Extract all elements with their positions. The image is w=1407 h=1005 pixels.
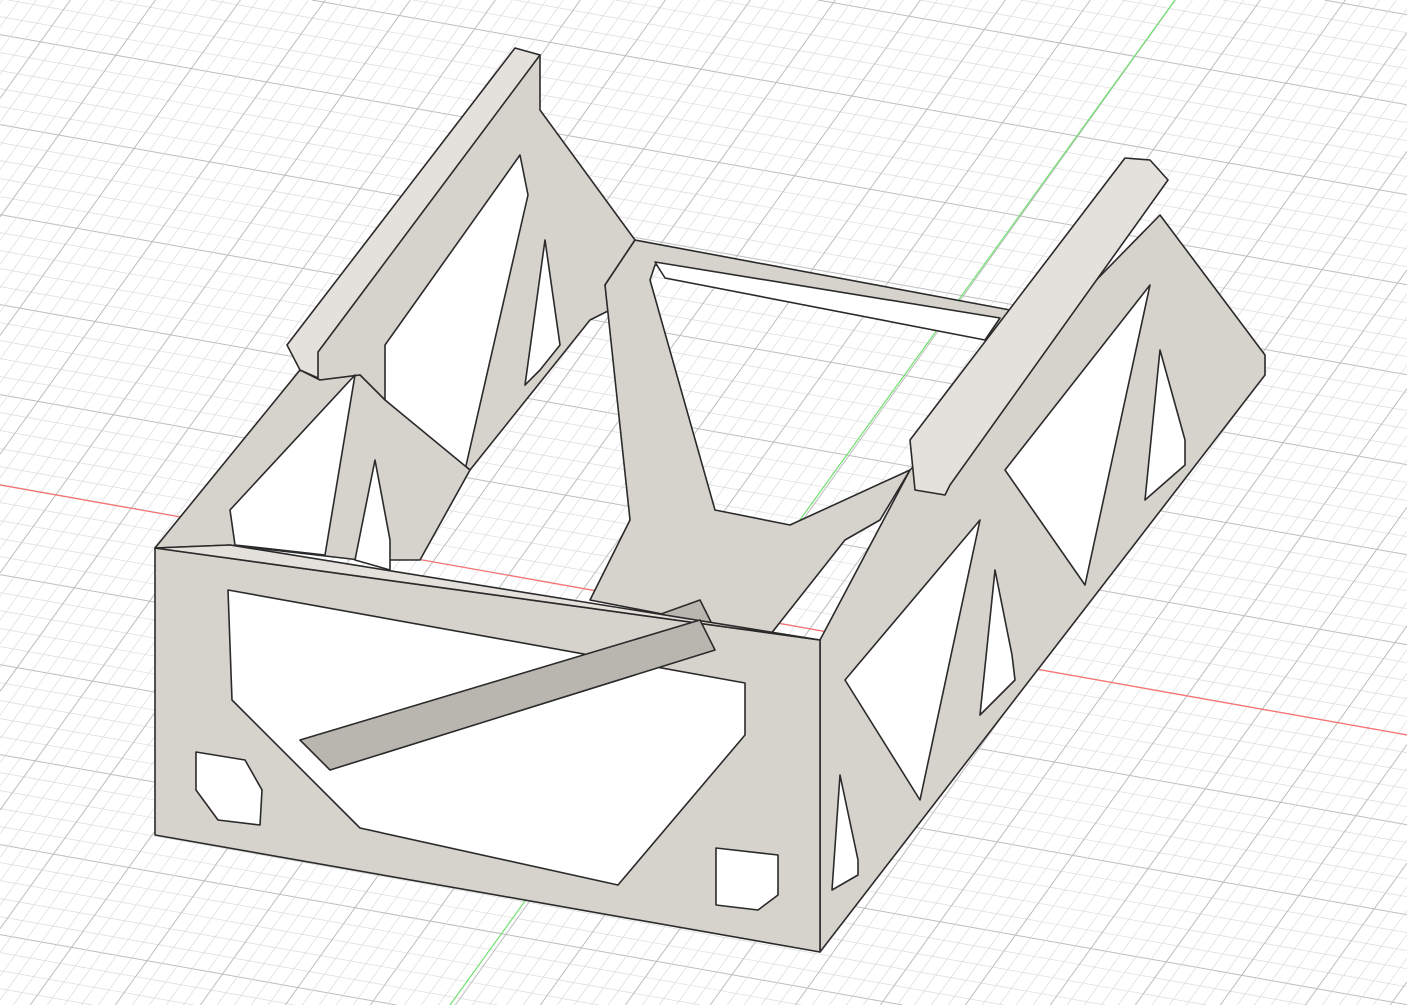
cad-viewport[interactable] (0, 0, 1407, 1005)
front-right-hole (715, 847, 779, 911)
3d-model-frame[interactable] (0, 0, 1407, 1005)
